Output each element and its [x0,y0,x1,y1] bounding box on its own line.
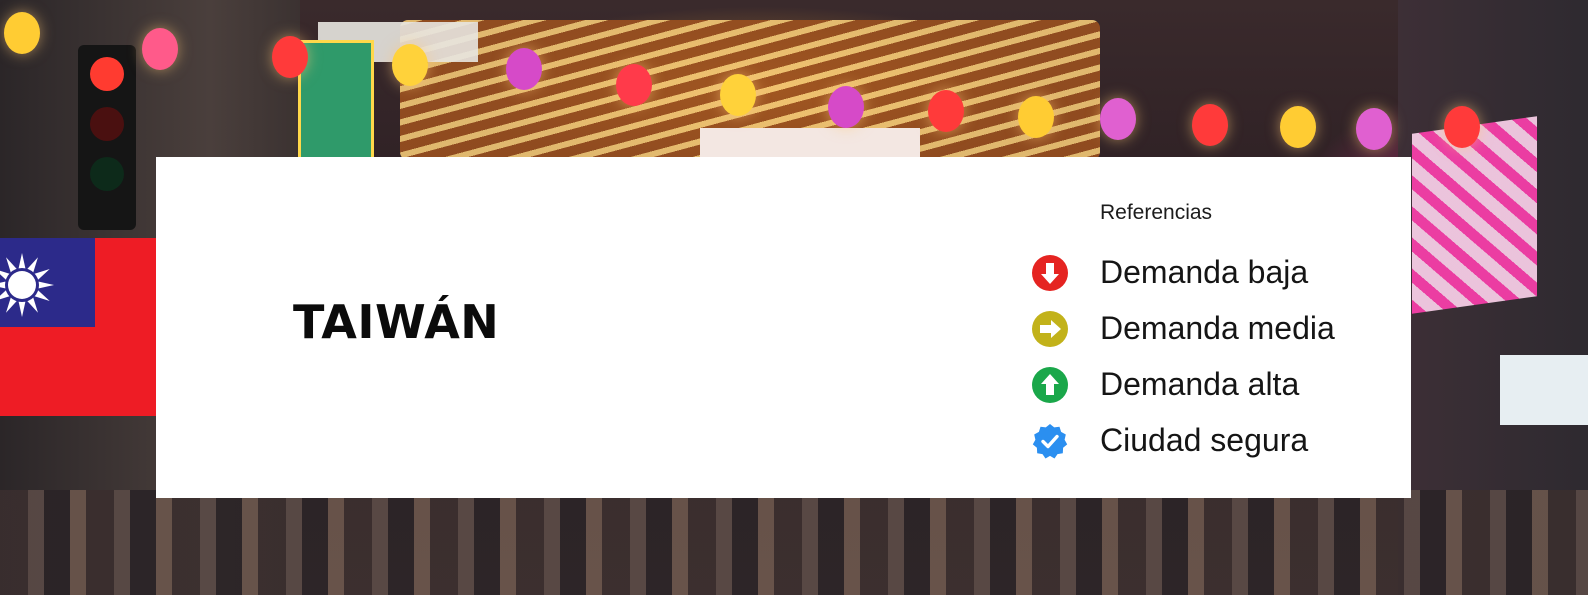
background-lantern [142,28,178,70]
up-arrow-circle-icon [1032,367,1068,403]
background-lantern [828,86,864,128]
legend-title: Referencias [1100,201,1213,224]
legend-item-label: Demanda baja [1100,254,1309,290]
background-lantern [1192,104,1228,146]
background-lantern [392,44,428,86]
down-arrow-circle-icon [1032,255,1068,291]
info-card: TAIWÁN Referencias Demanda baja Demanda … [156,157,1411,498]
background-gate-sign [700,128,920,158]
background-lantern [1356,108,1392,150]
country-title: TAIWÁN [293,295,500,349]
background-lantern [616,64,652,106]
white-sun-icon [0,253,54,317]
background-traffic-light [78,45,136,230]
flag-canton [0,238,95,327]
background-lantern [1100,98,1136,140]
background-lantern [1280,106,1316,148]
background-crowd [0,490,1588,595]
legend-item-demanda-media: Demanda media [1032,305,1392,347]
background-pink-sign [1412,116,1537,314]
background-lantern [4,12,40,54]
background-lantern [1444,106,1480,148]
background-lantern [272,36,308,78]
background-lantern [928,90,964,132]
legend-item-label: Demanda alta [1100,366,1300,402]
background-lantern [1018,96,1054,138]
verified-badge-icon [1032,424,1068,459]
background-shop-sign [1500,355,1588,425]
background-lantern [506,48,542,90]
legend-item-label: Ciudad segura [1100,422,1309,458]
background-lantern [720,74,756,116]
right-arrow-circle-icon [1032,311,1068,347]
legend-item-demanda-alta: Demanda alta [1032,361,1392,403]
legend-item-demanda-baja: Demanda baja [1032,249,1392,291]
legend-item-ciudad-segura: Ciudad segura [1032,417,1392,459]
background-neon-sign [298,40,374,166]
legend-item-label: Demanda media [1100,310,1335,346]
